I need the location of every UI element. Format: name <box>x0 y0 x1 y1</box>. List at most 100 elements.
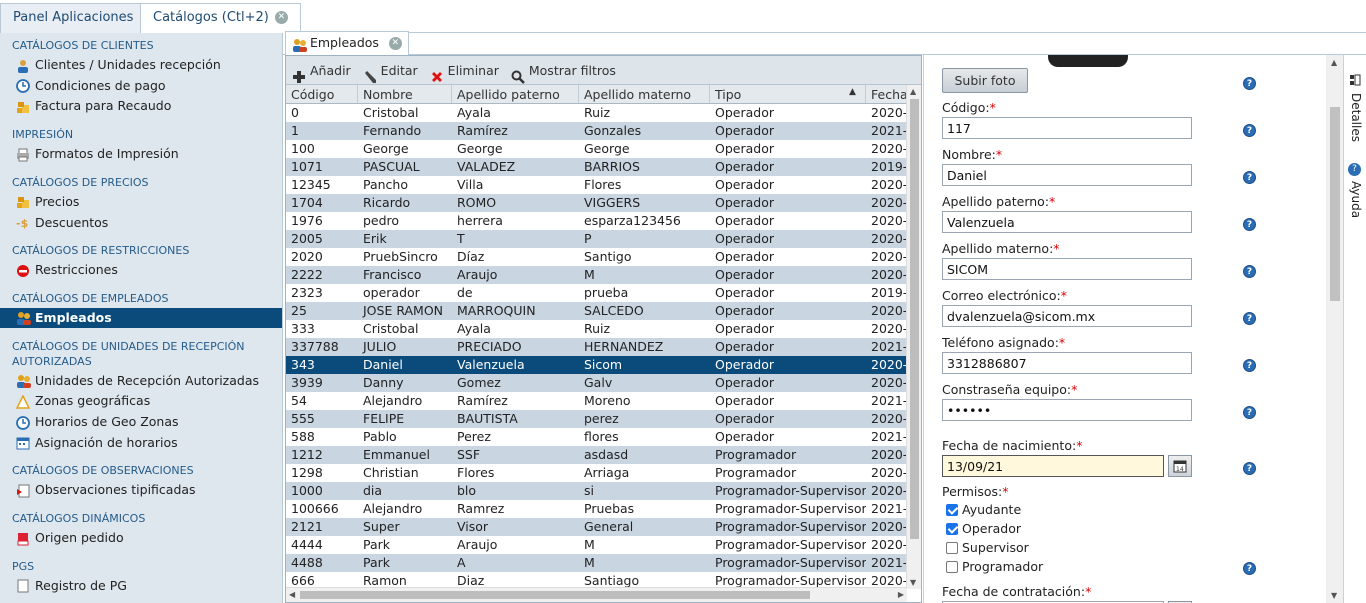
table-row[interactable]: 4444 Park Araujo M Programador-Supervisor 202… <box>286 536 907 554</box>
checkbox-icon[interactable] <box>946 523 958 535</box>
table-row[interactable]: 333 Cristobal Ayala Ruiz Operador 2020-0 <box>286 320 907 338</box>
help-icon[interactable]: ? <box>1243 124 1256 137</box>
field-input[interactable] <box>942 305 1192 327</box>
table-row[interactable]: 2323 operador de prueba Operador 2019- <box>286 284 907 302</box>
table-row[interactable]: 2121 Super Visor General Programador-Supervi… <box>286 518 907 536</box>
table-row[interactable]: 1704 Ricardo ROMO VIGGERS Operador 2020-0 <box>286 194 907 212</box>
add-button[interactable]: Añadir <box>292 56 351 85</box>
table-row[interactable]: 2005 Erik T P Operador 2020-0 <box>286 230 907 248</box>
scroll-left-icon[interactable]: ◀ <box>289 590 295 599</box>
scroll-up-icon[interactable]: ▲ <box>1331 58 1337 67</box>
field-input[interactable] <box>942 117 1192 139</box>
checkbox-icon[interactable] <box>946 561 958 573</box>
tab-catalogos[interactable]: Catálogos (Ctl+2) ✕ <box>140 3 301 34</box>
sidebar-item[interactable]: Horarios de Geo Zonas <box>0 412 282 432</box>
help-icon[interactable]: ? <box>1243 406 1256 419</box>
grid-horizontal-scrollbar[interactable]: ◀ ▶ <box>286 587 907 602</box>
field-input[interactable] <box>942 258 1192 280</box>
sidebar-item[interactable]: Factura para Recaudo <box>0 96 282 116</box>
table-row[interactable]: 1000 dia blo si Programador-Supervisor 2020- <box>286 482 907 500</box>
tab-panel-aplicaciones[interactable]: Panel Aplicaciones <box>0 3 147 33</box>
sidebar-item[interactable]: Clientes / Unidades recepción <box>0 55 282 75</box>
permission-checkbox[interactable]: Operador <box>946 521 1021 536</box>
column-header[interactable]: Fecha d <box>866 85 907 103</box>
permission-checkbox[interactable]: Programador <box>946 559 1043 574</box>
permission-checkbox[interactable]: Ayudante <box>946 502 1021 517</box>
help-side-tab[interactable]: Ayuda <box>1349 181 1363 218</box>
column-header[interactable]: Código <box>286 85 358 103</box>
field-input[interactable] <box>942 352 1192 374</box>
table-row[interactable]: 4488 Park A M Programador-Supervisor 2021-0 <box>286 554 907 572</box>
table-row[interactable]: 2222 Francisco Araujo M Operador 2020-0 <box>286 266 907 284</box>
column-header[interactable]: Tipo <box>710 85 866 103</box>
sidebar-item[interactable]: Observaciones tipificadas <box>0 480 282 500</box>
scroll-thumb[interactable] <box>910 99 919 539</box>
scroll-down-icon[interactable]: ▼ <box>1331 591 1337 600</box>
sidebar-item[interactable]: Condiciones de pago <box>0 76 282 96</box>
scroll-thumb[interactable] <box>1330 107 1340 301</box>
permission-checkbox[interactable]: Supervisor <box>946 540 1029 555</box>
sidebar-item[interactable]: Empleados <box>0 307 282 328</box>
details-side-tab[interactable]: Detalles <box>1349 93 1363 142</box>
help-icon[interactable]: ? <box>1243 218 1256 231</box>
help-icon[interactable]: ? <box>1243 562 1256 575</box>
table-row[interactable]: 1071 PASCUAL VALADEZ BARRIOS Operador 2019-0 <box>286 158 907 176</box>
field-input[interactable] <box>942 399 1192 421</box>
table-row[interactable]: 337788 JULIO PRECIADO HERNANDEZ Operador 2021… <box>286 338 907 356</box>
birth-date-calendar-button[interactable]: 14 <box>1168 455 1192 477</box>
table-row[interactable]: 25 JOSE RAMON MARROQUIN SALCEDO Operador 2020… <box>286 302 907 320</box>
help-icon[interactable]: ? <box>1243 462 1256 475</box>
scroll-down-icon[interactable]: ▼ <box>910 578 916 587</box>
sidebar-item[interactable]: Unidades de Recepción Autorizadas <box>0 371 282 391</box>
show-filters-button[interactable]: Mostrar filtros <box>511 56 616 85</box>
scroll-right-icon[interactable]: ▶ <box>898 590 904 599</box>
sidebar-item[interactable]: -$ Descuentos <box>0 213 282 233</box>
checkbox-icon[interactable] <box>946 504 958 516</box>
close-icon[interactable]: ✕ <box>388 37 402 50</box>
table-row[interactable]: 588 Pablo Perez flores Operador 2021-0 <box>286 428 907 446</box>
help-icon[interactable]: ? <box>1243 265 1256 278</box>
table-row[interactable]: 1212 Emmanuel SSF asdasd Programador 2020-0 <box>286 446 907 464</box>
sort-asc-icon[interactable]: ▲ <box>849 87 856 97</box>
table-row[interactable]: 1 Fernando Ramírez Gonzales Operador 2021-0 <box>286 122 907 140</box>
tab-empleados[interactable]: Empleados ✕ <box>285 31 409 55</box>
table-row[interactable]: 54 Alejandro Ramírez Moreno Operador 2021-0 <box>286 392 907 410</box>
upload-photo-button[interactable]: Subir foto <box>942 68 1028 93</box>
sidebar-item[interactable]: Registro de PG <box>0 576 282 596</box>
table-row[interactable]: 3939 Danny Gomez Galv Operador 2020-0 <box>286 374 907 392</box>
table-row[interactable]: 0 Cristobal Ayala Ruiz Operador 2020-0 <box>286 104 907 122</box>
table-row[interactable]: 1298 Christian Flores Arriaga Programador 202… <box>286 464 907 482</box>
delete-button[interactable]: Eliminar <box>430 56 499 85</box>
birth-date-input[interactable] <box>942 455 1164 477</box>
table-row[interactable]: 343 Daniel Valenzuela Sicom Operador 2020-0 <box>286 356 907 374</box>
sidebar-item[interactable]: Asignación de horarios <box>0 433 282 453</box>
help-icon[interactable]: ? <box>1243 77 1256 90</box>
scroll-up-icon[interactable]: ▲ <box>910 87 916 96</box>
sidebar-item[interactable]: Zonas geográficas <box>0 391 282 411</box>
close-icon[interactable]: ✕ <box>274 11 288 24</box>
table-row[interactable]: 2020 PruebSincro Díaz Santigo Operador 2020-0 <box>286 248 907 266</box>
grid-vertical-scrollbar[interactable]: ▲ ▼ <box>906 85 921 589</box>
sidebar-item[interactable]: Precios <box>0 192 282 212</box>
help-icon[interactable]: ? <box>1243 171 1256 184</box>
help-icon[interactable]: ? <box>1243 359 1256 372</box>
checkbox-icon[interactable] <box>946 542 958 554</box>
table-row[interactable]: 100666 Alejandro Ramrez Pruebas Programador-… <box>286 500 907 518</box>
scroll-thumb[interactable] <box>300 591 810 599</box>
edit-button[interactable]: Editar <box>363 56 418 85</box>
field-input[interactable] <box>942 211 1192 233</box>
table-row[interactable]: 1976 pedro herrera esparza123456 Operador 202… <box>286 212 907 230</box>
details-scrollbar[interactable]: ▲ ▼ <box>1326 55 1343 603</box>
sidebar-item[interactable]: Restricciones <box>0 260 282 280</box>
sidebar-item[interactable]: Origen pedido <box>0 528 282 548</box>
column-header[interactable]: Apellido paterno <box>452 85 579 103</box>
column-header[interactable]: Nombre <box>358 85 452 103</box>
sidebar-section-title: IMPRESIÓN <box>12 128 74 142</box>
field-input[interactable] <box>942 164 1192 186</box>
table-row[interactable]: 555 FELIPE BAUTISTA perez Operador 2020-0 <box>286 410 907 428</box>
help-icon[interactable]: ? <box>1243 312 1256 325</box>
sidebar-item[interactable]: Formatos de Impresión <box>0 144 282 164</box>
column-header[interactable]: Apellido materno <box>579 85 710 103</box>
table-row[interactable]: 12345 Pancho Villa Flores Operador 2020-0 <box>286 176 907 194</box>
table-row[interactable]: 100 George George George Operador 2020-0 <box>286 140 907 158</box>
